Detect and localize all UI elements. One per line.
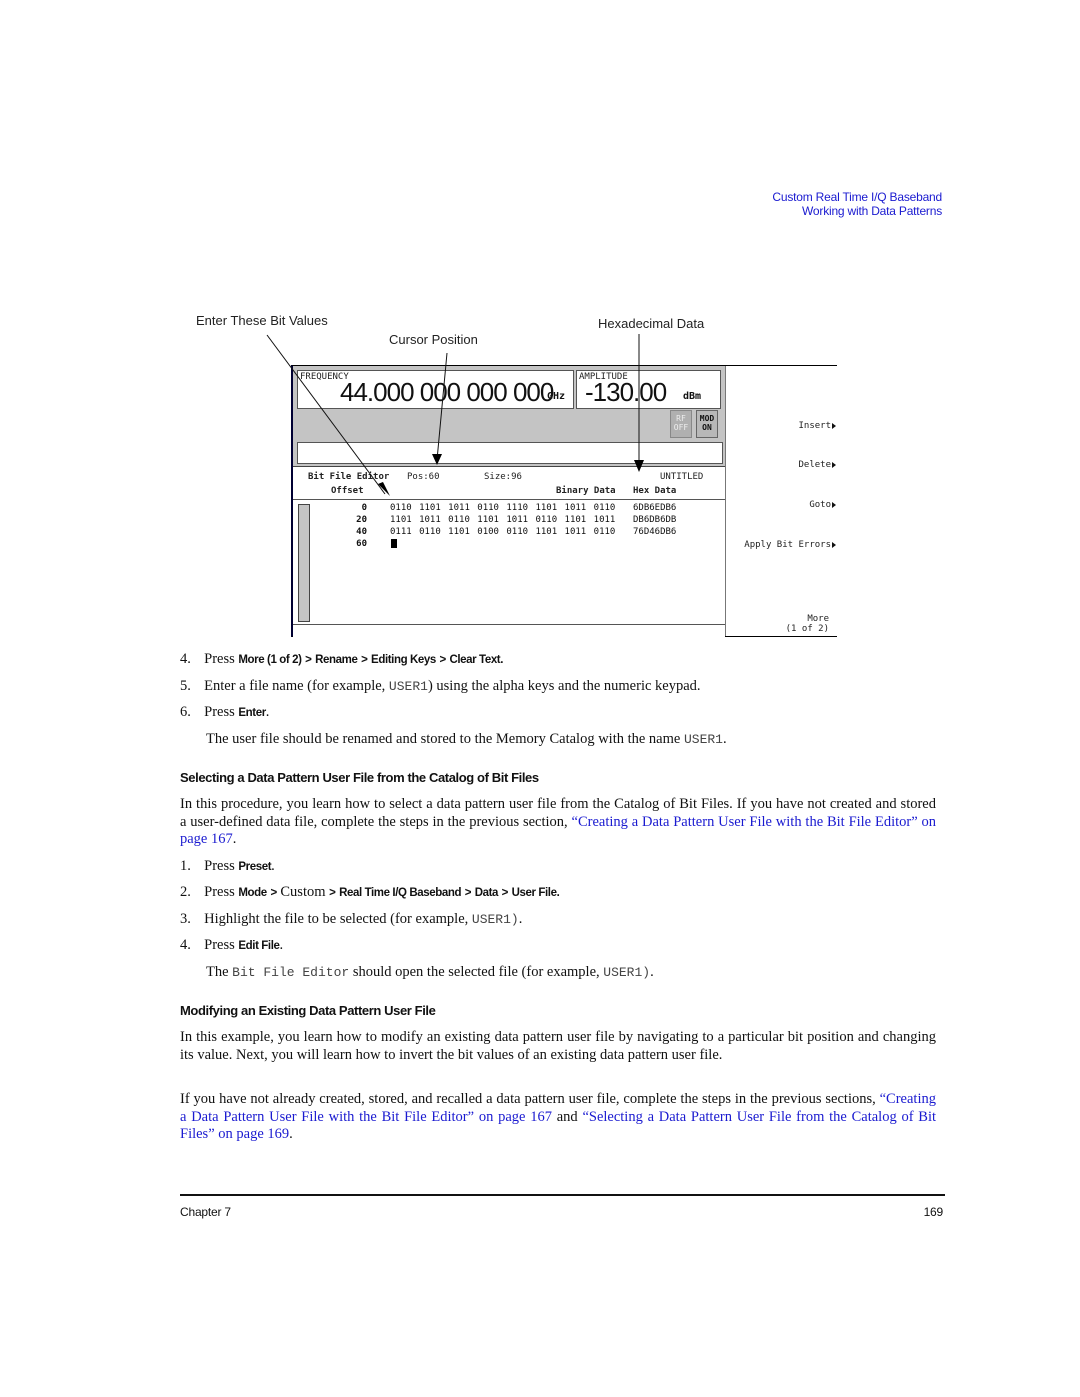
key-rename: Rename (315, 654, 358, 666)
punctuation: . (722, 731, 727, 747)
step-text: Press (204, 884, 235, 900)
step-text: Press (204, 704, 235, 720)
note-renamed: The user file should be renamed and stor… (206, 731, 727, 749)
step-text: Press (204, 858, 235, 874)
note-text: The user file should be renamed and stor… (206, 731, 681, 747)
punctuation: . (650, 964, 654, 980)
step-6-press-enter: 6. Press Enter. (180, 704, 269, 723)
modify-paragraph-1: In this example, you learn how to modify… (180, 1029, 936, 1063)
step-text: ) using the alpha keys and the numeric k… (427, 678, 701, 694)
key-clear-text: Clear Text. (449, 654, 504, 666)
step-number: 4. (180, 651, 191, 667)
punctuation: . (232, 831, 237, 847)
select-note: The Bit File Editor should open the sele… (206, 964, 654, 982)
section-intro-selecting: In this procedure, you learn how to sele… (180, 796, 936, 849)
paragraph-text: and (556, 1108, 578, 1125)
callout-leader-lines (266, 334, 644, 496)
arrowhead-icon (634, 460, 644, 472)
arrowhead-icon (432, 454, 442, 465)
paragraph-text: If you have not already created, stored,… (180, 1091, 876, 1107)
key-real-time-iq-baseband: Real Time I/Q Baseband (339, 887, 462, 899)
section-heading-selecting: Selecting a Data Pattern User File from … (180, 770, 539, 785)
select-step-3: 3. Highlight the file to be selected (fo… (180, 911, 522, 929)
footer-page-number: 169 (923, 1205, 944, 1219)
code-filename: USER1) (471, 912, 519, 927)
leader-enter-bits (266, 334, 386, 495)
note-text: The (206, 964, 229, 980)
section-heading-modifying: Modifying an Existing Data Pattern User … (180, 1003, 436, 1018)
step-4-rename: 4. Press More (1 of 2) > Rename > Editin… (180, 651, 504, 667)
step-text: Press (204, 651, 235, 667)
select-step-1: 1. Press Preset. (180, 858, 275, 877)
footer-rule (180, 1194, 945, 1196)
key-edit-file: Edit File (238, 940, 280, 952)
code-filename: USER1 (388, 679, 428, 694)
step-number: 1. (180, 858, 191, 874)
select-step-4: 4. Press Edit File. (180, 937, 283, 956)
step-number: 2. (180, 884, 191, 900)
key-editing-keys: Editing Keys (371, 654, 436, 666)
step-text: Enter a file name (for example, (204, 678, 386, 694)
step-5-enter-name: 5. Enter a file name (for example, USER1… (180, 678, 940, 696)
step-number: 6. (180, 704, 191, 720)
key-data: Data (474, 887, 499, 899)
punctuation: . (265, 704, 270, 720)
note-text: should open the selected file (for examp… (352, 964, 600, 980)
menu-custom: Custom (280, 884, 326, 900)
step-text: Press (204, 937, 235, 953)
leader-cursor-position (436, 352, 448, 461)
step-text: Highlight the file to be selected (for e… (204, 911, 469, 927)
key-user-file: User File. (511, 887, 560, 899)
code-filename: USER1 (683, 732, 723, 747)
punctuation: . (289, 1126, 293, 1142)
key-enter: Enter (238, 707, 266, 719)
key-more: More (1 of 2) (238, 654, 302, 666)
step-number: 3. (180, 911, 191, 927)
code-filename: USER1) (603, 965, 651, 980)
punctuation: . (279, 937, 284, 953)
key-mode: Mode (238, 887, 267, 899)
step-number: 5. (180, 678, 191, 694)
code-bit-file-editor: Bit File Editor (232, 965, 350, 980)
key-preset: Preset (238, 861, 272, 873)
punctuation: . (518, 911, 523, 927)
modify-paragraph-2: If you have not already created, stored,… (180, 1091, 936, 1144)
select-step-2: 2. Press Mode > Custom > Real Time I/Q B… (180, 884, 560, 900)
arrowhead-icon (378, 482, 390, 496)
footer-chapter: Chapter 7 (180, 1205, 231, 1219)
step-number: 4. (180, 937, 191, 953)
punctuation: . (271, 858, 275, 874)
